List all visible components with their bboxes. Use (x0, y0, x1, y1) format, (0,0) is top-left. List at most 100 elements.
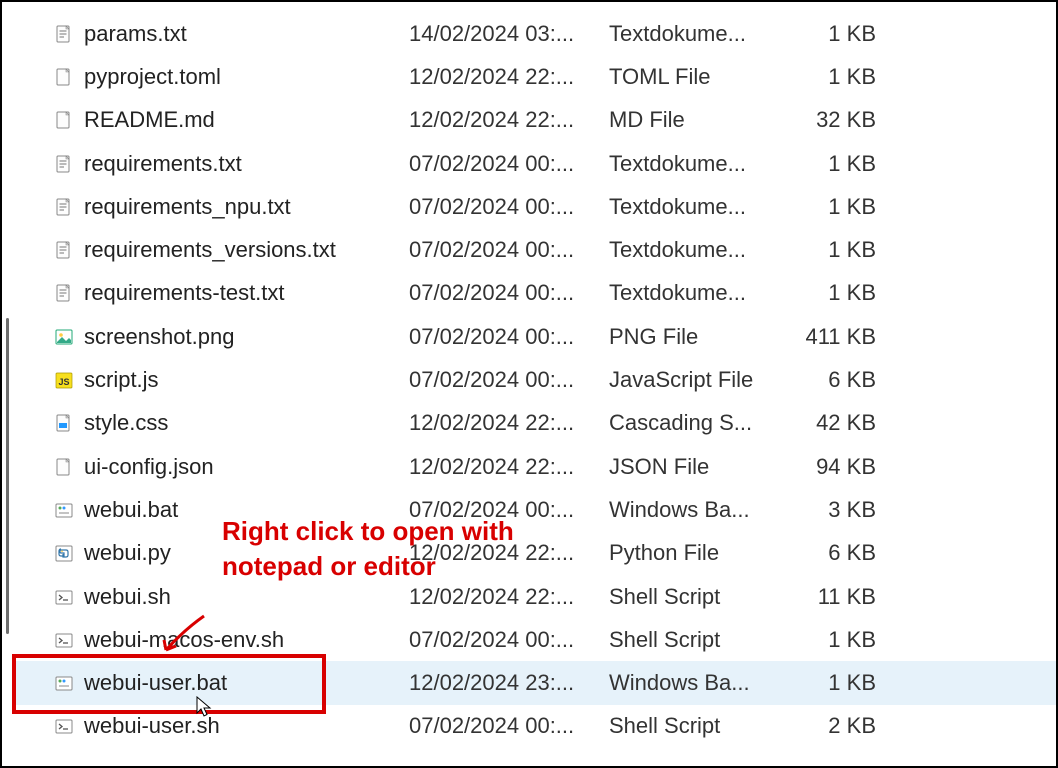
file-size: 411 KB (784, 324, 884, 350)
file-name: webui.py (84, 540, 409, 566)
file-date: 07/02/2024 00:... (409, 280, 609, 306)
css-icon (54, 412, 82, 434)
file-date: 12/02/2024 22:... (409, 410, 609, 436)
file-type: Windows Ba... (609, 497, 784, 523)
file-date: 14/02/2024 03:... (409, 21, 609, 47)
file-name: webui.bat (84, 497, 409, 523)
file-size: 1 KB (784, 151, 884, 177)
file-row[interactable]: requirements_npu.txt07/02/2024 00:...Tex… (14, 185, 1056, 228)
file-name: params.txt (84, 21, 409, 47)
file-row[interactable]: webui-user.sh07/02/2024 00:...Shell Scri… (14, 705, 1056, 748)
file-row[interactable]: webui.bat07/02/2024 00:...Windows Ba...3… (14, 488, 1056, 531)
file-date: 07/02/2024 00:... (409, 367, 609, 393)
file-name: ui-config.json (84, 454, 409, 480)
sh-icon (54, 629, 82, 651)
txt-icon (54, 23, 82, 45)
file-size: 1 KB (784, 627, 884, 653)
file-size: 1 KB (784, 237, 884, 263)
file-name: webui-macos-env.sh (84, 627, 409, 653)
file-type: Shell Script (609, 627, 784, 653)
file-row[interactable]: params.txt14/02/2024 03:...Textdokume...… (14, 12, 1056, 55)
file-type: Python File (609, 540, 784, 566)
file-type: Textdokume... (609, 151, 784, 177)
file-name: webui-user.bat (84, 670, 409, 696)
bat-icon (54, 672, 82, 694)
txt-icon (54, 282, 82, 304)
file-date: 12/02/2024 22:... (409, 584, 609, 610)
file-type: Textdokume... (609, 280, 784, 306)
toml-icon (54, 66, 82, 88)
file-name: README.md (84, 107, 409, 133)
file-type: MD File (609, 107, 784, 133)
file-size: 11 KB (784, 584, 884, 610)
file-size: 1 KB (784, 280, 884, 306)
file-date: 12/02/2024 23:... (409, 670, 609, 696)
file-size: 6 KB (784, 367, 884, 393)
file-type: PNG File (609, 324, 784, 350)
file-date: 12/02/2024 22:... (409, 454, 609, 480)
file-name: webui-user.sh (84, 713, 409, 739)
png-icon (54, 326, 82, 348)
file-listview[interactable]: params.txt14/02/2024 03:...Textdokume...… (14, 2, 1056, 766)
file-date: 12/02/2024 22:... (409, 540, 609, 566)
file-row[interactable]: requirements.txt07/02/2024 00:...Textdok… (14, 142, 1056, 185)
file-row[interactable]: pyproject.toml12/02/2024 22:...TOML File… (14, 55, 1056, 98)
txt-icon (54, 153, 82, 175)
file-row[interactable]: requirements-test.txt07/02/2024 00:...Te… (14, 272, 1056, 315)
file-date: 07/02/2024 00:... (409, 713, 609, 739)
file-size: 3 KB (784, 497, 884, 523)
bat-icon (54, 499, 82, 521)
file-name: requirements.txt (84, 151, 409, 177)
md-icon (54, 109, 82, 131)
file-size: 94 KB (784, 454, 884, 480)
json-icon (54, 456, 82, 478)
file-name: requirements-test.txt (84, 280, 409, 306)
file-size: 32 KB (784, 107, 884, 133)
file-type: Textdokume... (609, 194, 784, 220)
file-date: 07/02/2024 00:... (409, 151, 609, 177)
file-date: 12/02/2024 22:... (409, 107, 609, 133)
file-row[interactable]: webui.sh12/02/2024 22:...Shell Script11 … (14, 575, 1056, 618)
file-date: 07/02/2024 00:... (409, 324, 609, 350)
file-row[interactable]: script.js07/02/2024 00:...JavaScript Fil… (14, 358, 1056, 401)
file-row[interactable]: webui-user.bat12/02/2024 23:...Windows B… (14, 661, 1056, 704)
file-row[interactable]: webui-macos-env.sh07/02/2024 00:...Shell… (14, 618, 1056, 661)
file-type: Shell Script (609, 713, 784, 739)
file-name: pyproject.toml (84, 64, 409, 90)
file-type: Textdokume... (609, 237, 784, 263)
file-name: webui.sh (84, 584, 409, 610)
file-size: 1 KB (784, 670, 884, 696)
txt-icon (54, 196, 82, 218)
file-type: Cascading S... (609, 410, 784, 436)
file-type: Shell Script (609, 584, 784, 610)
file-size: 1 KB (784, 194, 884, 220)
file-name: screenshot.png (84, 324, 409, 350)
file-row[interactable]: ui-config.json12/02/2024 22:...JSON File… (14, 445, 1056, 488)
file-row[interactable]: style.css12/02/2024 22:...Cascading S...… (14, 402, 1056, 445)
file-date: 07/02/2024 00:... (409, 237, 609, 263)
file-name: requirements_npu.txt (84, 194, 409, 220)
sh-icon (54, 715, 82, 737)
file-row[interactable]: webui.py12/02/2024 22:...Python File6 KB (14, 532, 1056, 575)
file-type: JSON File (609, 454, 784, 480)
js-icon (54, 369, 82, 391)
file-size: 42 KB (784, 410, 884, 436)
file-size: 1 KB (784, 21, 884, 47)
file-date: 07/02/2024 00:... (409, 194, 609, 220)
file-date: 12/02/2024 22:... (409, 64, 609, 90)
sh-icon (54, 586, 82, 608)
file-size: 2 KB (784, 713, 884, 739)
file-type: Windows Ba... (609, 670, 784, 696)
file-date: 07/02/2024 00:... (409, 627, 609, 653)
file-name: style.css (84, 410, 409, 436)
file-name: script.js (84, 367, 409, 393)
file-size: 6 KB (784, 540, 884, 566)
scrollbar-thumb[interactable] (6, 318, 9, 634)
file-row[interactable]: screenshot.png07/02/2024 00:...PNG File4… (14, 315, 1056, 358)
file-size: 1 KB (784, 64, 884, 90)
txt-icon (54, 239, 82, 261)
file-type: Textdokume... (609, 21, 784, 47)
file-row[interactable]: README.md12/02/2024 22:...MD File32 KB (14, 99, 1056, 142)
file-date: 07/02/2024 00:... (409, 497, 609, 523)
file-row[interactable]: requirements_versions.txt07/02/2024 00:.… (14, 228, 1056, 271)
